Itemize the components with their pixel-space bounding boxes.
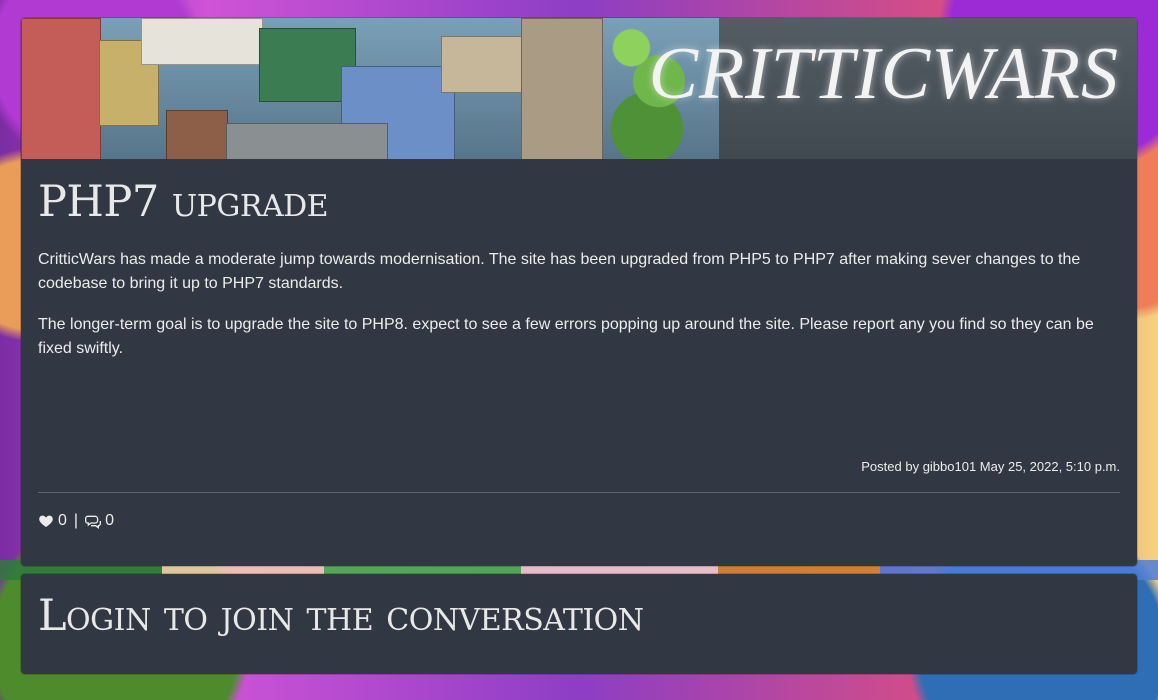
comment-count: 0 (105, 512, 114, 529)
like-count: 0 (58, 512, 67, 529)
site-banner: CRITTICWARS (21, 18, 1137, 159)
city-building (441, 36, 531, 93)
post-actions: 0 | 0 (38, 512, 114, 530)
news-post-card: CRITTICWARS PHP7 upgrade CritticWars has… (21, 18, 1137, 566)
city-building (521, 18, 603, 159)
like-button[interactable] (38, 512, 54, 530)
comments-button[interactable] (85, 512, 102, 530)
action-separator: | (73, 512, 79, 529)
post-paragraph-2: The longer-term goal is to upgrade the s… (38, 316, 1094, 357)
post-paragraph-1: CritticWars has made a moderate jump tow… (38, 251, 1081, 292)
heart-icon (39, 515, 53, 527)
city-building (226, 123, 388, 159)
post-content: PHP7 upgrade CritticWars has made a mode… (21, 159, 1137, 361)
post-divider (38, 492, 1120, 493)
city-building (141, 18, 263, 65)
post-title: PHP7 upgrade (38, 177, 329, 227)
brand-logo[interactable]: CRITTICWARS (649, 37, 1119, 111)
city-building (166, 110, 228, 159)
post-meta: Posted by gibbo101 May 25, 2022, 5:10 p.… (861, 459, 1120, 474)
login-prompt-title[interactable]: Login to join the conversation (38, 595, 644, 638)
city-building (21, 18, 101, 159)
comments-icon (85, 515, 102, 529)
brand-logo-area[interactable]: CRITTICWARS (649, 18, 1137, 159)
login-prompt-card: Login to join the conversation (21, 574, 1137, 674)
